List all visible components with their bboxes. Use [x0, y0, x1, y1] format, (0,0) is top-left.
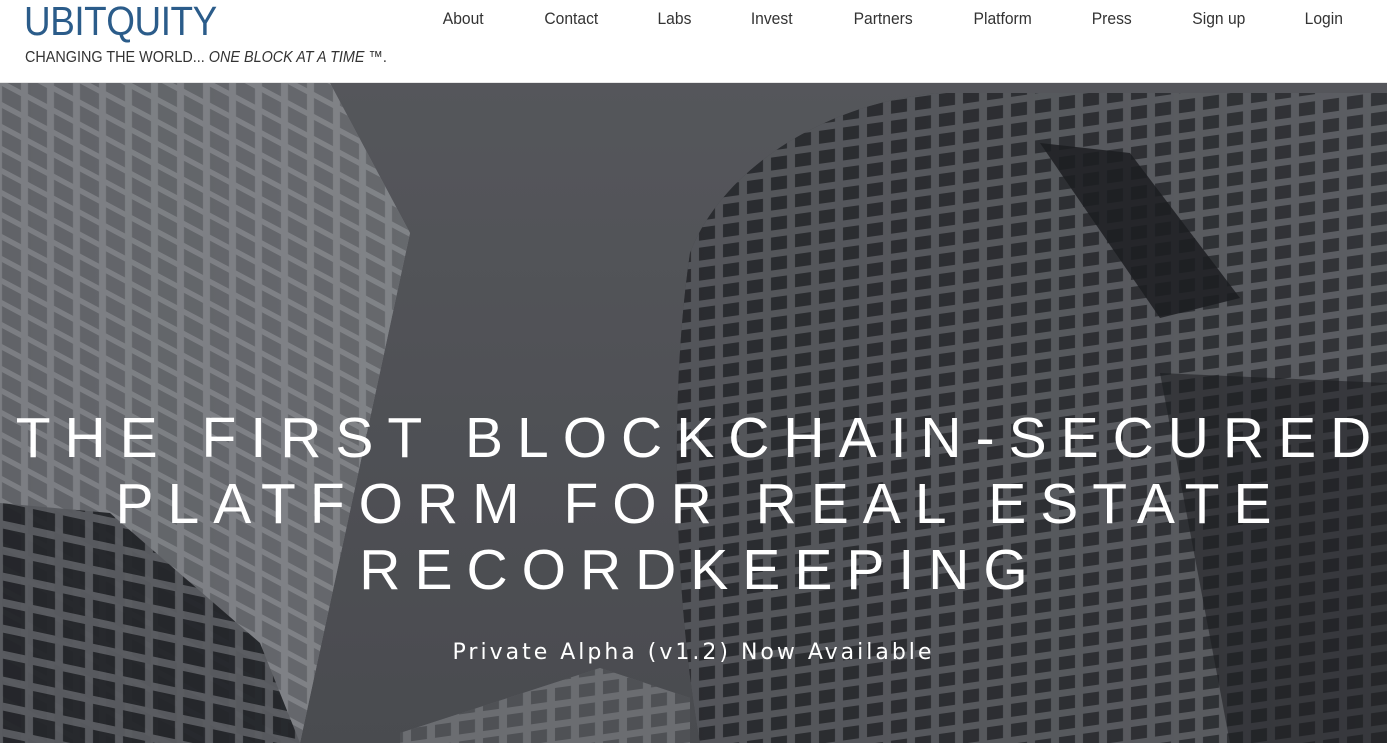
- hero-headline-line-1: THE FIRST BLOCKCHAIN-SECURED: [15, 406, 1386, 470]
- nav-partners[interactable]: Partners: [853, 9, 912, 29]
- main-nav: About Contact Labs Invest Partners Platf…: [441, 9, 1345, 29]
- nav-about[interactable]: About: [443, 9, 484, 29]
- tagline-italic: ONE BLOCK AT A TIME: [208, 49, 365, 66]
- nav-labs[interactable]: Labs: [658, 9, 692, 29]
- nav-platform[interactable]: Platform: [973, 9, 1031, 29]
- tagline-plain: CHANGING THE WORLD...: [25, 49, 205, 66]
- nav-login[interactable]: Login: [1305, 9, 1343, 29]
- hero-section: THE FIRST BLOCKCHAIN-SECURED PLATFORM FO…: [0, 83, 1387, 743]
- hero-subheadline: Private Alpha (v1.2) Now Available: [452, 640, 935, 665]
- nav-invest[interactable]: Invest: [751, 9, 793, 29]
- site-header: UBITQUITY CHANGING THE WORLD... ONE BLOC…: [0, 0, 1387, 83]
- nav-contact[interactable]: Contact: [544, 9, 598, 29]
- nav-press[interactable]: Press: [1092, 9, 1132, 29]
- tagline-suffix: ™.: [368, 49, 387, 66]
- hero-headline: THE FIRST BLOCKCHAIN-SECURED PLATFORM FO…: [0, 405, 1387, 603]
- hero-headline-line-2: PLATFORM FOR REAL ESTATE: [115, 472, 1286, 536]
- site-logo[interactable]: UBITQUITY: [24, 0, 217, 45]
- nav-sign-up[interactable]: Sign up: [1192, 9, 1245, 29]
- hero-headline-line-3: RECORDKEEPING: [359, 538, 1042, 602]
- tagline: CHANGING THE WORLD... ONE BLOCK AT A TIM…: [25, 49, 387, 67]
